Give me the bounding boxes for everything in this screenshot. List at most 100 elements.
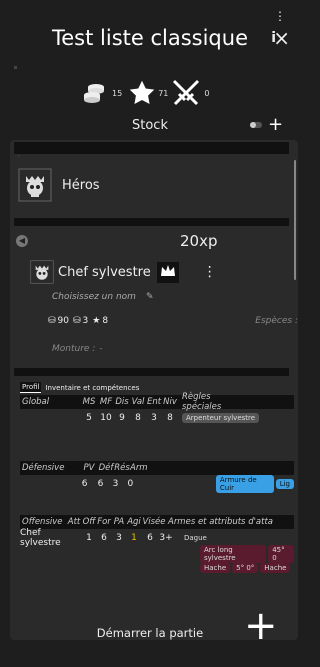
profile-value: 8 xyxy=(167,413,173,423)
profile-values-row: 5 10 9 8 3 8 Arpenteur sylvestre xyxy=(20,409,294,427)
unit-costs: ⛁ 90 ⛁ 3 ★ 8 Espèces : xyxy=(48,316,298,326)
weapon-row: Hache 5° 0° Hache xyxy=(200,561,294,575)
offense-header: Off xyxy=(82,517,96,527)
choose-name-input[interactable]: Choisissez un nom xyxy=(52,292,136,302)
armor-tag[interactable]: Armure de Cuir xyxy=(215,475,274,493)
profile-value: 9 xyxy=(119,413,125,423)
profile-header: Dis xyxy=(115,397,129,407)
offense-table: Offensive Att Off For PA Agi Visée Armes… xyxy=(20,515,294,575)
defense-header: Déf xyxy=(98,463,114,473)
profile-header: Niv xyxy=(163,397,177,407)
weapon-tag[interactable]: Hache xyxy=(260,563,291,573)
profile-value: 3 xyxy=(151,413,157,423)
offense-value: 3 xyxy=(116,533,122,543)
armor-tag[interactable]: Lig xyxy=(275,479,294,489)
heroes-section[interactable]: Héros xyxy=(18,168,298,202)
profile-value: 10 xyxy=(100,413,112,423)
star-icon: ★ xyxy=(92,316,101,326)
special-rule-tag[interactable]: Arpenteur sylvestre xyxy=(182,413,260,423)
mount-row[interactable]: Monture : - xyxy=(52,344,298,354)
close-button[interactable]: × xyxy=(273,26,290,50)
section-bar xyxy=(14,218,289,226)
offense-header-row: Offensive Att Off For PA Agi Visée Armes… xyxy=(20,515,294,529)
offense-header: Agi xyxy=(127,517,141,527)
section-bar: - xyxy=(14,142,289,159)
offense-value: 6 xyxy=(101,533,107,543)
defense-header: Rés xyxy=(114,463,130,473)
weapon-tag[interactable]: Arc long sylvestre xyxy=(200,545,267,563)
profile-header: MS xyxy=(82,397,96,407)
xp-label: 20xp xyxy=(180,232,218,250)
offense-value: 1 xyxy=(86,533,92,543)
dot-marker xyxy=(14,66,17,69)
coins-count: 15 xyxy=(112,88,123,98)
crossed-swords-icon xyxy=(173,79,200,106)
weapon-stat: 5° 0° xyxy=(232,563,259,573)
defense-value: 0 xyxy=(127,479,134,489)
tabs: Profil Inventaire et compétences xyxy=(20,382,298,393)
offense-header: Visée xyxy=(142,517,166,527)
weapon-tag[interactable]: Hache xyxy=(200,563,231,573)
page-title: Test liste classique xyxy=(52,26,248,50)
profile-header: Val xyxy=(131,397,145,407)
heroes-label: Héros xyxy=(62,177,100,193)
profile-header-row: Global MS MF Dis Val Ent Niv Règles spéc… xyxy=(20,392,294,412)
profile-header: Ent xyxy=(146,397,162,407)
swords-count: 0 xyxy=(204,88,210,98)
offense-header: Offensive xyxy=(22,517,63,527)
profile-table: Global MS MF Dis Val Ent Niv Règles spéc… xyxy=(20,392,294,427)
defense-table: Défensive PV Déf Rés Arm 6 6 3 0 Armure … xyxy=(20,461,294,493)
weapon-row: Arc long sylvestre 45° 0 xyxy=(200,545,294,563)
weapon-stat: 45° 0 xyxy=(268,545,294,563)
stock-add-button[interactable]: + xyxy=(268,114,283,135)
more-vertical-icon[interactable]: ⋮ xyxy=(274,10,286,22)
defense-value: 3 xyxy=(112,479,119,489)
defense-value: 6 xyxy=(97,479,104,489)
offense-value: 1 xyxy=(131,533,137,543)
defense-header: Défensive xyxy=(22,463,65,473)
skull-crown-icon xyxy=(30,260,54,284)
profile-header: MF xyxy=(99,397,113,407)
cost-b: 3 xyxy=(82,316,89,326)
collapse-icon[interactable]: ◀ xyxy=(16,235,28,247)
offense-row-name: Chef sylvestre xyxy=(20,528,61,548)
weapon-tag[interactable]: Dague xyxy=(180,533,211,543)
name-field[interactable]: Choisissez un nom ✎ xyxy=(52,292,298,302)
section-bar xyxy=(14,368,289,376)
coins-icon: ⛁ xyxy=(48,316,56,326)
tab-inventory[interactable]: Inventaire et compétences xyxy=(45,384,139,392)
profile-value: 5 xyxy=(86,413,92,423)
cost-a: 90 xyxy=(57,316,69,326)
stock-toggle[interactable] xyxy=(250,122,262,128)
offense-header: For xyxy=(97,517,111,527)
edit-pencil-icon[interactable]: ✎ xyxy=(146,292,154,302)
coins-icon xyxy=(84,84,104,103)
scrollbar[interactable] xyxy=(294,160,296,280)
add-unit-button[interactable]: + xyxy=(244,606,278,646)
offense-value: 3+ xyxy=(159,533,173,543)
crown-icon xyxy=(156,261,179,283)
xp-row: ◀ 20xp xyxy=(10,232,298,250)
unit-name: Chef sylvestre xyxy=(58,264,151,280)
stats-bar: 15 71 0 xyxy=(80,76,209,110)
defense-value: 6 xyxy=(81,479,88,489)
list-card: - Héros ◀ 20xp Chef sylvestre ⋮ Choisiss… xyxy=(10,140,298,640)
defense-values-row: 6 6 3 0 Armure de Cuir Lig xyxy=(20,475,294,493)
cost-c: 8 xyxy=(102,316,109,326)
unit-header: Chef sylvestre ⋮ xyxy=(30,260,298,284)
offense-header: Armes et attributs d'atta xyxy=(168,517,274,527)
skull-crown-icon xyxy=(18,168,52,202)
defense-header-row: Défensive PV Déf Rés Arm xyxy=(20,461,294,475)
coins-icon: ⛁ xyxy=(73,316,81,326)
unit-menu-icon[interactable]: ⋮ xyxy=(203,264,217,280)
species-label: Espèces : xyxy=(255,316,298,326)
offense-value: 6 xyxy=(147,533,153,543)
defense-header: Arm xyxy=(130,463,148,473)
profile-header: Global xyxy=(22,397,50,407)
profile-value: 8 xyxy=(135,413,141,423)
offense-header: PA xyxy=(113,517,125,527)
offense-header: Att xyxy=(67,517,81,527)
star-icon xyxy=(129,80,155,104)
tab-profile[interactable]: Profil xyxy=(20,382,42,393)
mount-value[interactable]: - xyxy=(99,344,102,354)
